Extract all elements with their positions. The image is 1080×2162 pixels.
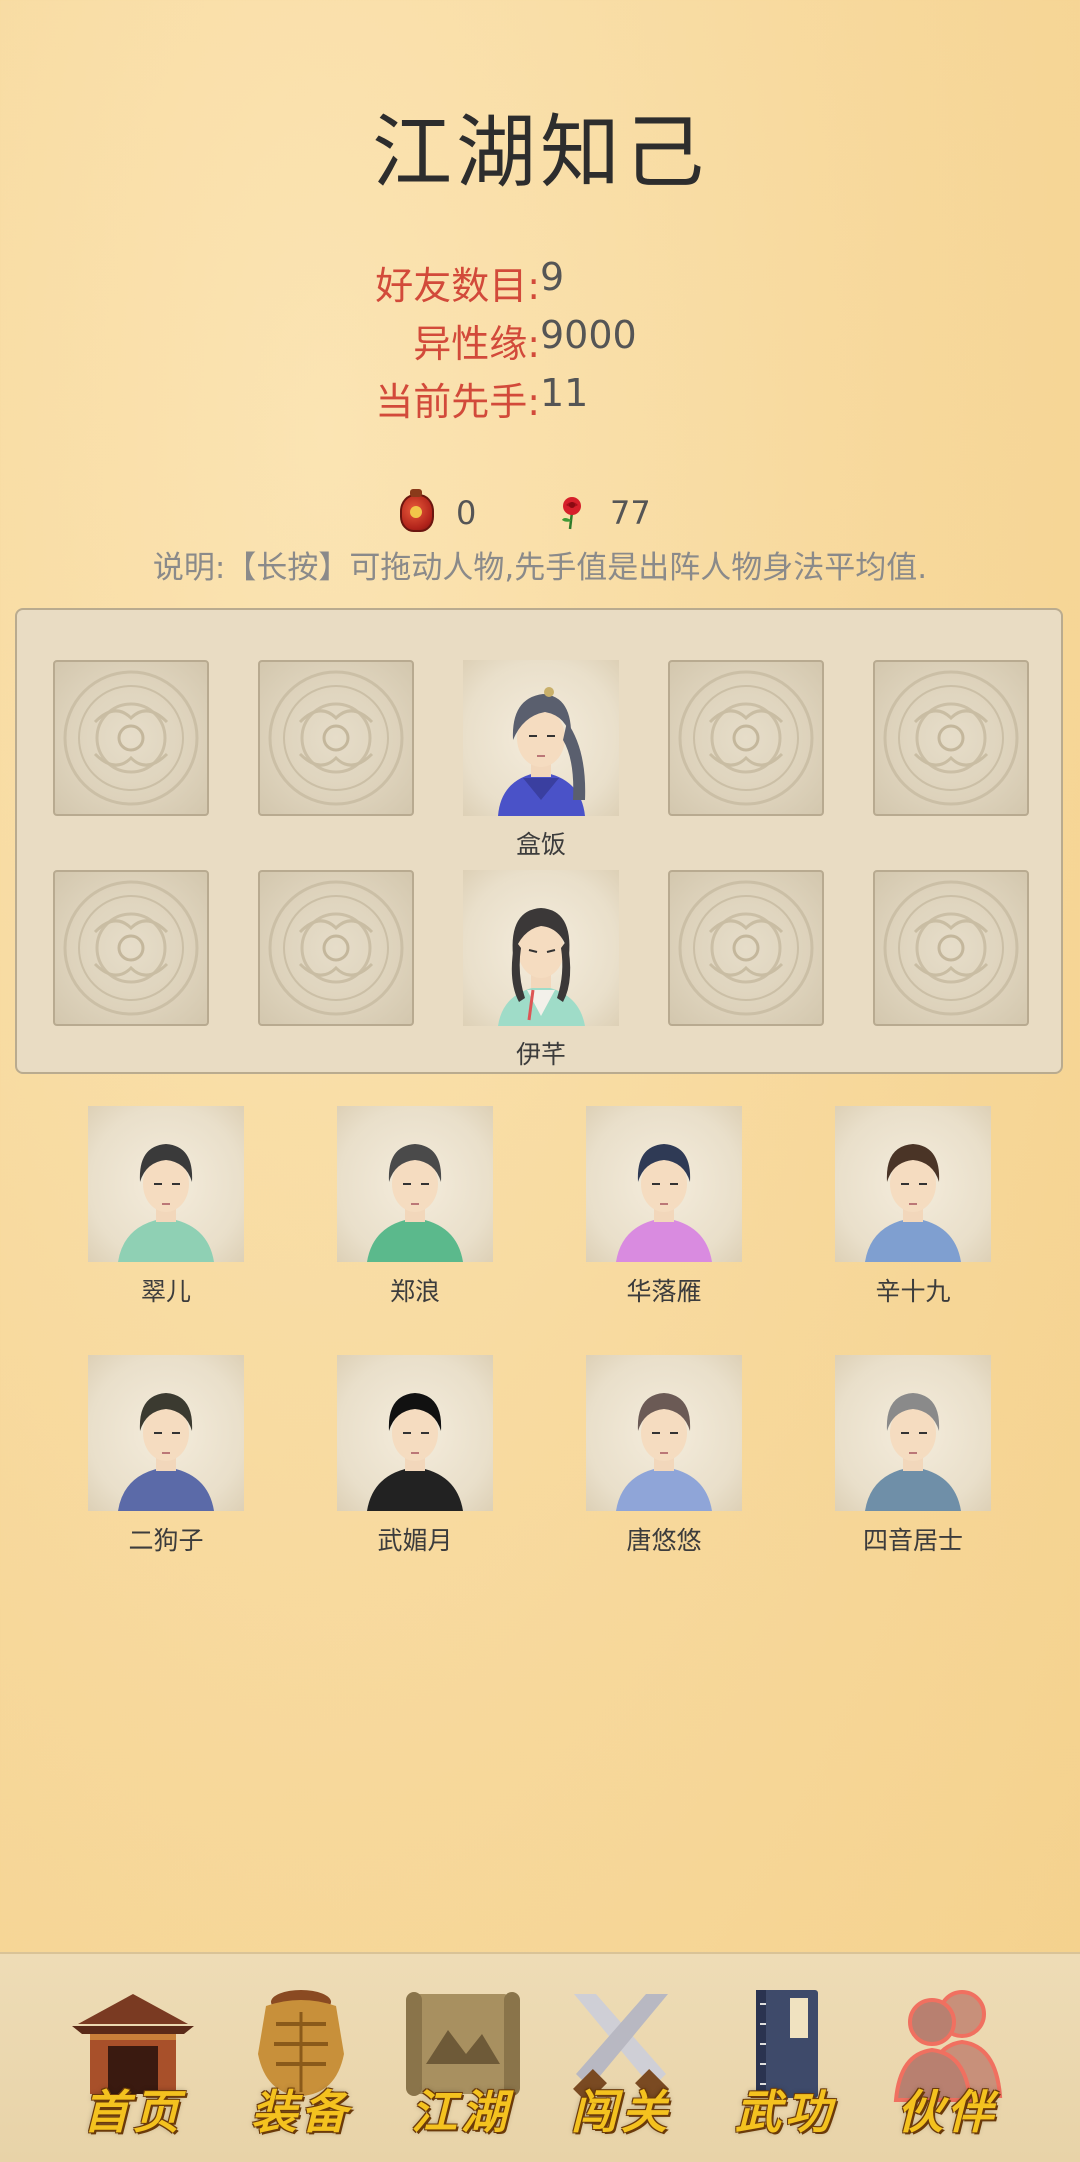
nav-label: 首页	[83, 2085, 183, 2139]
empty-lineup-slot[interactable]	[53, 870, 209, 1026]
empty-slot-emblem	[883, 880, 1019, 1016]
empty-lineup-slot[interactable]	[873, 660, 1029, 816]
companion-name: 郑浪	[389, 1277, 440, 1306]
stat-value: 11	[540, 371, 589, 415]
stat-label: 当前先手:	[375, 380, 540, 424]
wine-jar-counter: 0	[400, 488, 476, 538]
rose-counter: 77	[556, 488, 651, 538]
empty-lineup-slot[interactable]	[258, 660, 414, 816]
nav-challenge[interactable]: 闯关	[546, 1984, 696, 2144]
empty-lineup-slot[interactable]	[873, 870, 1029, 1026]
page-title: 江湖知己	[372, 106, 708, 199]
instruction-text: 说明:【长按】可拖动人物,先手值是出阵人物身法平均值.	[152, 550, 928, 586]
stat-label: 异性缘:	[413, 322, 540, 366]
nav-martial-arts[interactable]: 武功	[710, 1984, 860, 2144]
companion-name: 华落雁	[626, 1277, 702, 1306]
lineup-member-hefan[interactable]	[463, 660, 619, 816]
nav-label: 江湖	[411, 2085, 511, 2139]
companion-card[interactable]	[88, 1355, 244, 1511]
empty-lineup-slot[interactable]	[53, 660, 209, 816]
companion-card[interactable]	[337, 1355, 493, 1511]
character-portrait	[616, 1144, 712, 1262]
nav-label: 武功	[735, 2085, 835, 2139]
companion-card[interactable]	[88, 1106, 244, 1262]
empty-slot-emblem	[678, 880, 814, 1016]
companion-card[interactable]	[337, 1106, 493, 1262]
companion-card[interactable]	[835, 1355, 991, 1511]
wine-jar-icon	[400, 489, 434, 532]
companion-name: 辛十九	[875, 1277, 951, 1306]
character-portrait	[118, 1144, 214, 1262]
empty-lineup-slot[interactable]	[258, 870, 414, 1026]
nav-companions[interactable]: 伙伴	[872, 1984, 1022, 2144]
companion-name: 二狗子	[128, 1526, 204, 1555]
companion-name: 四音居士	[862, 1526, 963, 1555]
empty-lineup-slot[interactable]	[668, 660, 824, 816]
lineup-member-yiqian[interactable]	[463, 870, 619, 1026]
stat-charm: 异性缘: 9000	[0, 313, 1080, 369]
companion-name: 武媚月	[377, 1526, 453, 1555]
stat-value: 9	[540, 255, 565, 299]
bottom-nav: 首页 装备 江湖 闯关 武功 伙伴	[0, 1952, 1080, 2162]
lineup-panel: 盒饭 伊芊	[15, 608, 1063, 1074]
stat-initiative: 当前先手: 11	[0, 371, 1080, 427]
empty-slot-emblem	[63, 670, 199, 806]
nav-label: 装备	[251, 2085, 351, 2139]
nav-equipment[interactable]: 装备	[226, 1984, 376, 2144]
nav-jianghu[interactable]: 江湖	[386, 1984, 536, 2144]
rose-icon	[562, 497, 581, 530]
nav-home[interactable]: 首页	[58, 1984, 208, 2144]
lineup-member-name: 伊芊	[515, 1040, 566, 1069]
empty-slot-emblem	[63, 880, 199, 1016]
character-portrait	[367, 1144, 463, 1262]
character-portrait	[865, 1144, 961, 1262]
character-portrait	[865, 1393, 961, 1511]
empty-slot-emblem	[268, 880, 404, 1016]
nav-label: 伙伴	[897, 2085, 997, 2139]
wine-jar-count: 0	[456, 494, 477, 532]
empty-slot-emblem	[268, 670, 404, 806]
lineup-member-name: 盒饭	[515, 830, 566, 859]
empty-slot-emblem	[678, 670, 814, 806]
companion-card[interactable]	[586, 1106, 742, 1262]
empty-lineup-slot[interactable]	[668, 870, 824, 1026]
stat-value: 9000	[540, 313, 637, 357]
nav-label: 闯关	[571, 2085, 671, 2139]
stat-friend-count: 好友数目: 9	[0, 255, 1080, 311]
stat-label: 好友数目:	[375, 264, 540, 308]
character-portrait	[616, 1393, 712, 1511]
companion-name: 唐悠悠	[626, 1526, 702, 1555]
rose-count: 77	[610, 494, 651, 532]
companion-card[interactable]	[835, 1106, 991, 1262]
character-portrait	[498, 687, 586, 816]
currency-bar: 0 77	[0, 488, 1080, 538]
character-portrait	[367, 1393, 463, 1511]
character-portrait	[118, 1393, 214, 1511]
companion-card[interactable]	[586, 1355, 742, 1511]
character-portrait	[498, 908, 585, 1026]
empty-slot-emblem	[883, 670, 1019, 806]
companion-name: 翠儿	[140, 1277, 191, 1306]
